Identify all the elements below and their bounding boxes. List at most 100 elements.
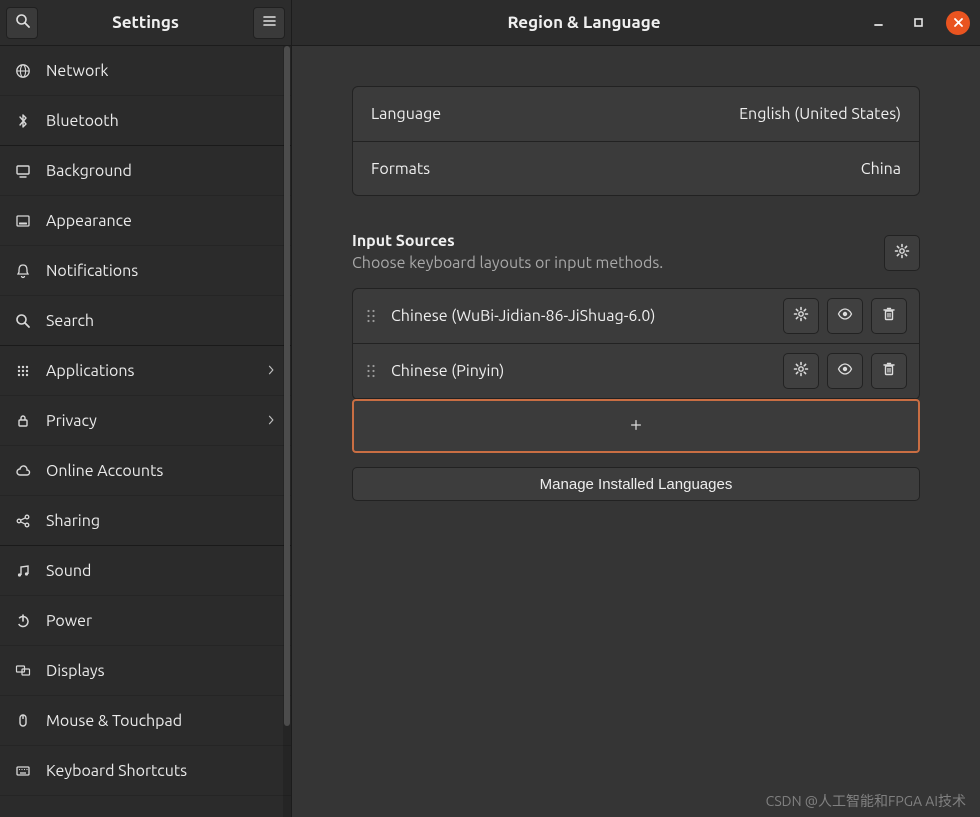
- input-source-actions: [783, 353, 907, 389]
- sidebar-item-label: Appearance: [46, 212, 277, 230]
- add-input-source-button[interactable]: [352, 399, 920, 453]
- sidebar-item-label: Background: [46, 162, 277, 180]
- maximize-icon: [913, 14, 924, 32]
- keyboard-icon: [14, 762, 32, 780]
- sidebar-item-keyboard-shortcuts[interactable]: Keyboard Shortcuts: [0, 746, 291, 796]
- input-source-settings-button[interactable]: [783, 298, 819, 334]
- search-icon: [15, 13, 30, 32]
- gear-icon: [793, 306, 809, 326]
- sidebar-search-button[interactable]: [6, 7, 38, 39]
- globe-icon: [14, 62, 32, 80]
- minimize-icon: [873, 14, 884, 32]
- sidebar-title: Settings: [38, 13, 253, 32]
- input-source-label: Chinese (WuBi-Jidian-86-JiShuag-6.0): [391, 307, 769, 325]
- sidebar-item-network[interactable]: Network: [0, 46, 291, 96]
- sidebar-item-sound[interactable]: Sound: [0, 546, 291, 596]
- sidebar-item-label: Sharing: [46, 512, 277, 530]
- input-source-label: Chinese (Pinyin): [391, 362, 769, 380]
- eye-icon: [837, 361, 853, 381]
- row-value: English (United States): [739, 105, 901, 123]
- sidebar-item-label: Power: [46, 612, 277, 630]
- settings-sidebar: Settings Network Bluetooth Background Appea…: [0, 0, 292, 817]
- trash-icon: [881, 361, 897, 381]
- mouse-icon: [14, 712, 32, 730]
- music-icon: [14, 562, 32, 580]
- row-value: China: [861, 160, 901, 178]
- drag-handle-icon[interactable]: [365, 308, 377, 324]
- close-icon: [953, 14, 964, 32]
- sidebar-list: Network Bluetooth Background Appearance Noti…: [0, 46, 291, 817]
- input-source-settings-button[interactable]: [783, 353, 819, 389]
- page-title: Region & Language: [302, 13, 866, 32]
- titlebar: Region & Language: [292, 0, 980, 46]
- input-source-delete-button[interactable]: [871, 298, 907, 334]
- input-source-preview-button[interactable]: [827, 298, 863, 334]
- language-row[interactable]: Language English (United States): [353, 87, 919, 141]
- sidebar-item-privacy[interactable]: Privacy: [0, 396, 291, 446]
- sidebar-scrollbar[interactable]: [283, 46, 291, 817]
- sidebar-item-bluetooth[interactable]: Bluetooth: [0, 96, 291, 146]
- grid-icon: [14, 362, 32, 380]
- sidebar-item-applications[interactable]: Applications: [0, 346, 291, 396]
- displays-icon: [14, 662, 32, 680]
- bluetooth-icon: [14, 112, 32, 130]
- trash-icon: [881, 306, 897, 326]
- sidebar-item-appearance[interactable]: Appearance: [0, 196, 291, 246]
- gear-icon: [894, 243, 910, 263]
- sidebar-item-label: Network: [46, 62, 277, 80]
- input-sources-header: Input Sources Choose keyboard layouts or…: [352, 232, 920, 272]
- sidebar-item-search[interactable]: Search: [0, 296, 291, 346]
- sidebar-item-label: Search: [46, 312, 277, 330]
- region-settings-card: Language English (United States) Formats Ch…: [352, 86, 920, 196]
- dock-icon: [14, 212, 32, 230]
- maximize-button[interactable]: [906, 11, 930, 35]
- sidebar-item-label: Displays: [46, 662, 277, 680]
- share-icon: [14, 512, 32, 530]
- input-sources-list: Chinese (WuBi-Jidian-86-JiShuag-6.0) Chin…: [352, 288, 920, 400]
- input-sources-title: Input Sources: [352, 232, 884, 250]
- input-source-preview-button[interactable]: [827, 353, 863, 389]
- sidebar-header: Settings: [0, 0, 291, 46]
- row-key: Formats: [371, 160, 430, 178]
- row-key: Language: [371, 105, 441, 123]
- close-button[interactable]: [946, 11, 970, 35]
- sidebar-scroll-thumb[interactable]: [284, 46, 290, 726]
- sidebar-item-online-accounts[interactable]: Online Accounts: [0, 446, 291, 496]
- plus-icon: [629, 416, 643, 436]
- sidebar-item-notifications[interactable]: Notifications: [0, 246, 291, 296]
- sidebar-item-label: Privacy: [46, 412, 251, 430]
- minimize-button[interactable]: [866, 11, 890, 35]
- sidebar-item-label: Mouse & Touchpad: [46, 712, 277, 730]
- eye-icon: [837, 306, 853, 326]
- bell-icon: [14, 262, 32, 280]
- input-source-row[interactable]: Chinese (WuBi-Jidian-86-JiShuag-6.0): [353, 289, 919, 344]
- gear-icon: [793, 361, 809, 381]
- chevron-right-icon: [265, 362, 277, 380]
- formats-row[interactable]: Formats China: [353, 141, 919, 195]
- input-source-delete-button[interactable]: [871, 353, 907, 389]
- sidebar-item-label: Online Accounts: [46, 462, 277, 480]
- search-icon: [14, 312, 32, 330]
- input-sources-options-button[interactable]: [884, 235, 920, 271]
- input-source-row[interactable]: Chinese (Pinyin): [353, 344, 919, 399]
- sidebar-item-background[interactable]: Background: [0, 146, 291, 196]
- sidebar-item-mouse-touchpad[interactable]: Mouse & Touchpad: [0, 696, 291, 746]
- sidebar-item-power[interactable]: Power: [0, 596, 291, 646]
- input-source-actions: [783, 298, 907, 334]
- sidebar-item-displays[interactable]: Displays: [0, 646, 291, 696]
- lock-icon: [14, 412, 32, 430]
- app-menu-button[interactable]: [253, 7, 285, 39]
- sidebar-item-label: Applications: [46, 362, 251, 380]
- window-controls: [866, 11, 970, 35]
- power-icon: [14, 612, 32, 630]
- sidebar-item-sharing[interactable]: Sharing: [0, 496, 291, 546]
- sidebar-item-label: Notifications: [46, 262, 277, 280]
- manage-languages-button[interactable]: Manage Installed Languages: [352, 467, 920, 501]
- chevron-right-icon: [265, 412, 277, 430]
- desktop-icon: [14, 162, 32, 180]
- cloud-icon: [14, 462, 32, 480]
- main-panel: Region & Language Language English (Unite…: [292, 0, 980, 817]
- drag-handle-icon[interactable]: [365, 363, 377, 379]
- input-sources-subtitle: Choose keyboard layouts or input methods…: [352, 254, 884, 272]
- sidebar-item-label: Keyboard Shortcuts: [46, 762, 277, 780]
